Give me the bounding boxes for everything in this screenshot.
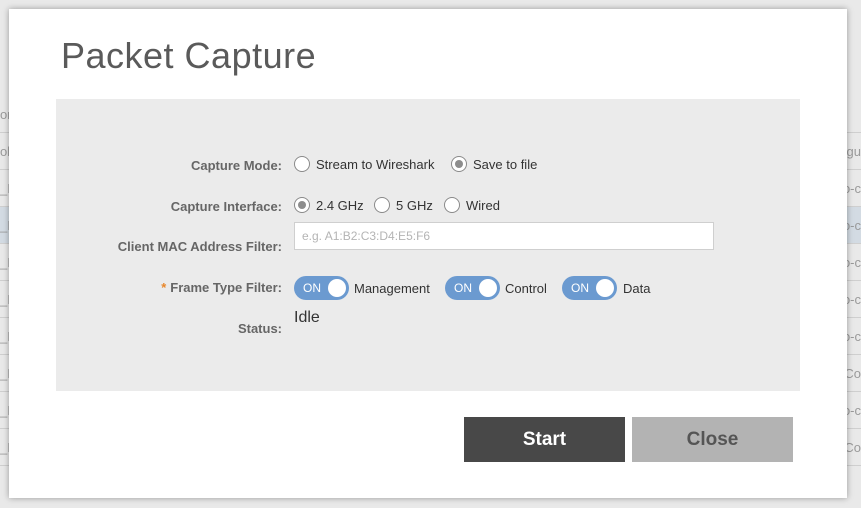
frame-type-label: * Frame Type Filter: xyxy=(22,280,282,295)
frame-type-label-text: Frame Type Filter: xyxy=(170,280,282,295)
radio-label: Stream to Wireshark xyxy=(316,156,435,172)
client-mac-input[interactable] xyxy=(294,222,714,250)
toggle-management[interactable]: ON xyxy=(294,276,349,300)
capture-interface-label: Capture Interface: xyxy=(170,199,282,214)
toggle-state: ON xyxy=(303,281,321,295)
toggle-label-management: Management xyxy=(354,281,430,296)
status-value: Idle xyxy=(294,309,320,326)
radio-label: Save to file xyxy=(473,156,538,172)
status-label: Status: xyxy=(237,321,282,336)
toggle-data[interactable]: ON xyxy=(562,276,617,300)
form-panel: Capture Mode: Stream to Wireshark Save t… xyxy=(56,99,800,391)
radio-label: 5 GHz xyxy=(396,197,433,213)
toggle-state: ON xyxy=(454,281,472,295)
radio-unchecked-icon[interactable] xyxy=(444,197,460,213)
radio-label: Wired xyxy=(466,197,500,213)
dialog-title: Packet Capture xyxy=(61,35,317,76)
radio-2-4-ghz[interactable]: 2.4 GHz xyxy=(294,197,364,213)
toggle-knob xyxy=(479,279,497,297)
toggle-knob xyxy=(328,279,346,297)
radio-wired[interactable]: Wired xyxy=(444,197,500,213)
required-marker: * xyxy=(161,280,167,295)
toggle-knob xyxy=(596,279,614,297)
toggle-state: ON xyxy=(571,281,589,295)
radio-checked-icon[interactable] xyxy=(294,197,310,213)
radio-label: 2.4 GHz xyxy=(316,197,364,213)
start-button[interactable]: Start xyxy=(464,417,625,462)
radio-stream-to-wireshark[interactable]: Stream to Wireshark xyxy=(294,156,434,172)
radio-save-to-file[interactable]: Save to file xyxy=(451,156,537,172)
radio-checked-icon[interactable] xyxy=(451,156,467,172)
close-button[interactable]: Close xyxy=(632,417,793,462)
toggle-control[interactable]: ON xyxy=(445,276,500,300)
client-mac-label: Client MAC Address Filter: xyxy=(117,239,282,254)
toggle-label-control: Control xyxy=(505,281,547,296)
radio-unchecked-icon[interactable] xyxy=(374,197,390,213)
toggle-label-data: Data xyxy=(623,281,651,296)
capture-mode-label: Capture Mode: xyxy=(191,158,282,173)
radio-5-ghz[interactable]: 5 GHz xyxy=(374,197,433,213)
radio-unchecked-icon[interactable] xyxy=(294,156,310,172)
packet-capture-dialog: Packet Capture Capture Mode: Stream to W… xyxy=(9,9,847,498)
